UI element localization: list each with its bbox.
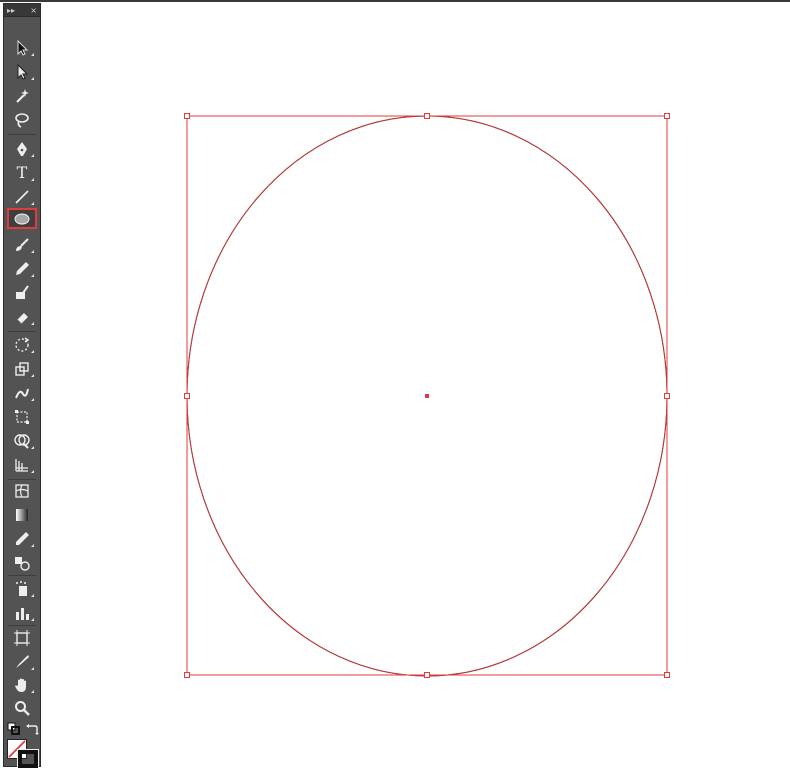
resize-handle-bottom-right[interactable] (664, 672, 670, 678)
resize-handle-top-right[interactable] (664, 113, 670, 119)
resize-handle-bottom-left[interactable] (184, 672, 190, 678)
center-point[interactable] (425, 394, 429, 398)
artboard-canvas[interactable] (0, 0, 790, 767)
resize-handle-top-left[interactable] (184, 113, 190, 119)
resize-handle-bottom[interactable] (424, 672, 430, 678)
resize-handle-left[interactable] (184, 393, 190, 399)
resize-handle-right[interactable] (664, 393, 670, 399)
resize-handle-top[interactable] (424, 113, 430, 119)
